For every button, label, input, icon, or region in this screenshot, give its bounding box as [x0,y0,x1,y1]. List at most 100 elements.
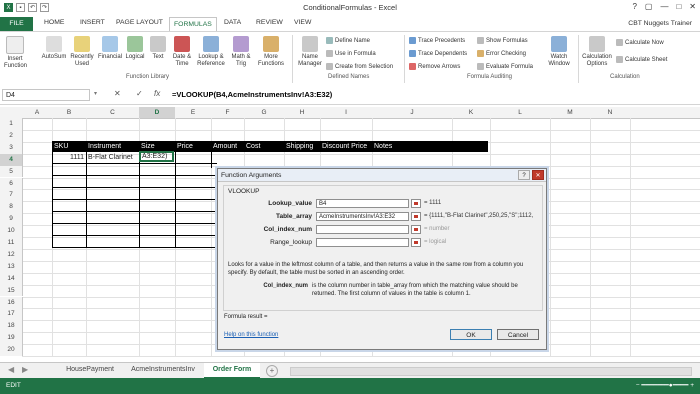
active-cell-d4[interactable]: A3:E32) [139,151,174,162]
create-from-selection-button[interactable]: Create from Selection [326,63,393,70]
tab-insert[interactable]: INSERT [80,19,105,26]
row-header[interactable]: 2 [0,129,23,142]
column-header[interactable]: M [550,107,590,119]
row-header[interactable]: 13 [0,260,23,273]
sheet-tab-order-form[interactable]: Order Form [204,363,260,379]
watch-window-button[interactable]: Watch Window [544,36,574,68]
row-header[interactable]: 6 [0,177,23,190]
next-sheet-arrow-icon[interactable]: ▶ [22,365,28,374]
row-header[interactable]: 9 [0,213,23,226]
tab-review[interactable]: REVIEW [256,19,283,26]
header-cost[interactable]: Cost [244,141,284,152]
col-index-num-input[interactable] [316,225,409,234]
use-in-formula-button[interactable]: Use in Formula [326,50,376,57]
column-header[interactable]: F [211,107,244,119]
column-header[interactable]: K [452,107,490,119]
row-header[interactable]: 4 [0,153,23,166]
tab-view[interactable]: VIEW [294,19,311,26]
name-manager-button[interactable]: Name Manager [296,36,324,68]
row-header[interactable]: 1 [0,118,23,130]
date-time-button[interactable]: Date & Time [170,36,194,68]
collapse-dialog-icon[interactable] [411,225,421,234]
lookup-reference-button[interactable]: Lookup & Reference [196,36,226,68]
range-lookup-input[interactable] [316,238,409,247]
tab-formulas[interactable]: FORMULAS [169,17,217,32]
math-trig-button[interactable]: Math & Trig [228,36,254,68]
column-header[interactable]: B [52,107,86,119]
header-instrument[interactable]: Instrument [86,141,139,152]
cancel-entry-button[interactable]: ✕ [114,89,121,98]
table-array-input[interactable]: AcmeInstrumentsInv!A3:E32 [316,212,409,221]
define-name-button[interactable]: Define Name [326,37,370,44]
insert-function-button[interactable]: Insert Function [4,36,27,70]
row-header[interactable]: 8 [0,201,23,214]
more-functions-button[interactable]: More Functions [256,36,286,68]
row-header[interactable]: 14 [0,272,23,285]
collapse-dialog-icon[interactable] [411,238,421,247]
user-name[interactable]: CBT Nuggets Trainer [628,20,692,27]
close-button[interactable]: ✕ [689,2,696,11]
ok-button[interactable]: OK [450,329,492,340]
tab-data[interactable]: DATA [224,19,241,26]
row-header[interactable]: 12 [0,248,23,261]
help-link[interactable]: Help on this function [224,332,278,338]
recently-used-button[interactable]: Recently Used [69,36,95,68]
autosum-button[interactable]: AutoSum [40,36,68,61]
column-header[interactable]: G [244,107,284,119]
new-sheet-icon[interactable]: + [266,365,278,377]
column-header[interactable]: E [175,107,211,119]
row-header[interactable]: 15 [0,284,23,297]
header-notes[interactable]: Notes [372,141,488,152]
column-header[interactable]: J [372,107,452,119]
show-formulas-button[interactable]: Show Formulas [477,37,528,44]
cell-instrument[interactable]: B-Flat Clarinet [88,152,138,163]
maximize-button[interactable]: □ [676,2,681,11]
row-header[interactable]: 16 [0,296,23,309]
calculate-sheet-button[interactable]: Calculate Sheet [616,56,667,63]
row-header[interactable]: 19 [0,332,23,345]
text-button[interactable]: Text [148,36,168,61]
formula-input[interactable]: =VLOOKUP(B4,AcmeInstrumentsInv!A3:E32) [172,90,332,99]
dialog-close-button[interactable]: ✕ [532,170,544,180]
header-shipping[interactable]: Shipping [284,141,320,152]
tab-home[interactable]: HOME [44,19,64,26]
column-header-selected[interactable]: D [139,107,175,119]
logical-button[interactable]: Logical [124,36,146,61]
column-header[interactable]: C [86,107,139,119]
row-header[interactable]: 17 [0,308,23,321]
remove-arrows-button[interactable]: Remove Arrows [409,63,460,70]
column-header[interactable]: L [490,107,550,119]
prev-sheet-arrow-icon[interactable]: ◀ [8,365,14,374]
header-sku[interactable]: SKU [52,141,86,152]
enter-entry-button[interactable]: ✓ [136,89,143,98]
minimize-button[interactable]: — [660,2,668,11]
column-header[interactable]: N [590,107,630,119]
insert-function-fx-button[interactable]: fx [154,89,160,98]
ribbon-display-button[interactable]: ▢ [645,2,653,11]
cancel-button[interactable]: Cancel [497,329,539,340]
sheet-tab-acmeinstrumentsinv[interactable]: AcmeInstrumentsInv [124,363,202,377]
row-header[interactable]: 18 [0,320,23,333]
calculation-options-button[interactable]: Calculation Options [580,36,614,68]
row-header[interactable]: 11 [0,237,23,249]
column-header[interactable]: H [284,107,320,119]
dialog-help-button[interactable]: ? [518,170,530,180]
column-header[interactable]: A [22,107,52,119]
row-header[interactable]: 7 [0,189,23,202]
financial-button[interactable]: Financial [97,36,123,61]
namebox-dropdown-icon[interactable]: ▾ [94,90,97,97]
tab-page-layout[interactable]: PAGE LAYOUT [116,19,163,26]
lookup-value-input[interactable]: B4 [316,199,409,208]
name-box[interactable]: D4 [2,89,90,101]
trace-dependents-button[interactable]: Trace Dependents [409,50,467,57]
horizontal-scrollbar[interactable] [290,367,692,376]
column-header[interactable]: I [320,107,372,119]
zoom-controls-icon[interactable]: − ━━━━━━━●━━━━ + [636,378,694,394]
row-header[interactable]: 20 [0,344,23,356]
header-amount[interactable]: Amount [211,141,244,152]
tab-file[interactable]: FILE [0,17,33,31]
row-header[interactable]: 10 [0,225,23,237]
collapse-dialog-icon[interactable] [411,212,421,221]
header-discount-price[interactable]: Discount Price [320,141,372,152]
trace-precedents-button[interactable]: Trace Precedents [409,37,465,44]
